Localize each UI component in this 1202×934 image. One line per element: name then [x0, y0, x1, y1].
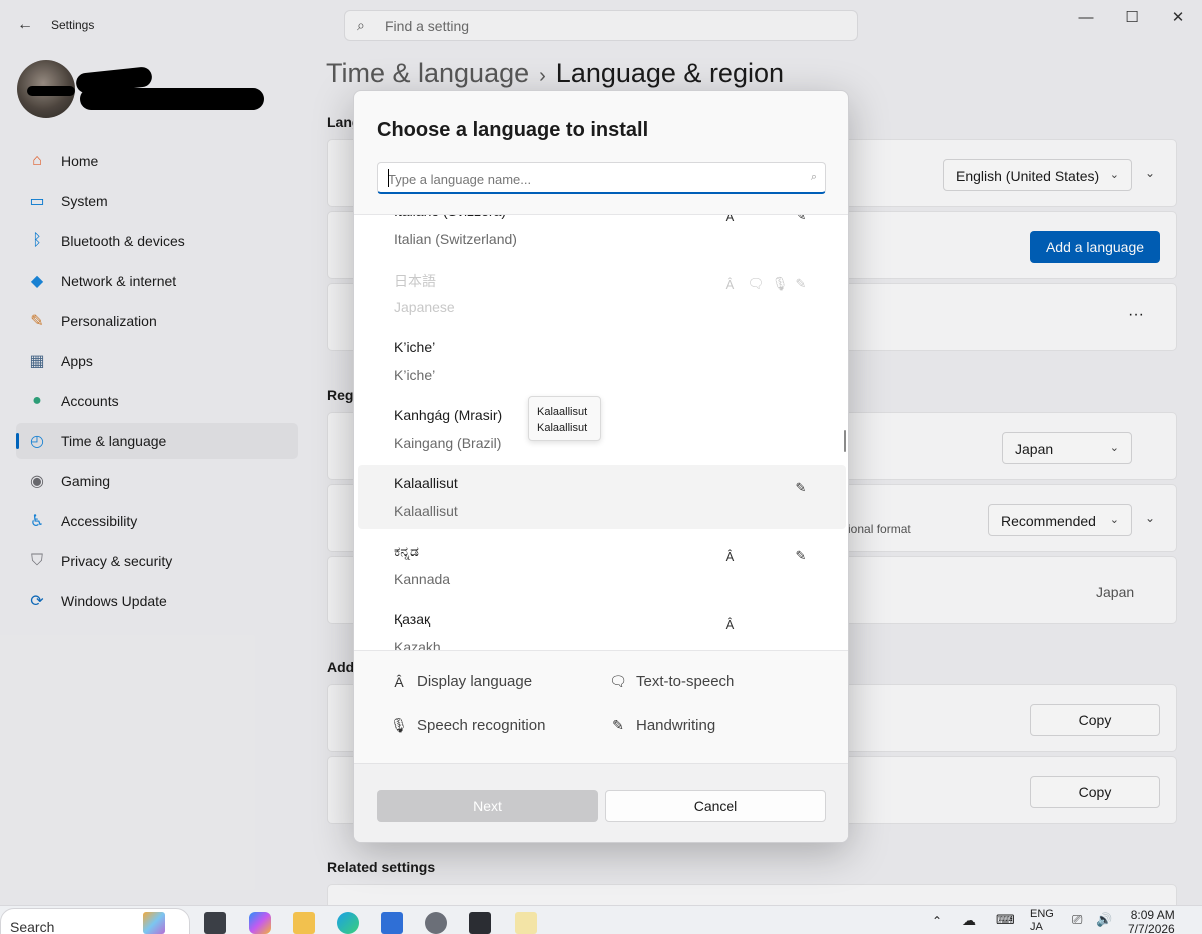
handwriting-icon: ✎ [795, 548, 807, 563]
language-native-name: ಕನ್ನಡ [394, 543, 419, 559]
handwriting-icon: ✎ [795, 276, 807, 291]
widgets-icon[interactable] [143, 912, 165, 934]
dialog-title: Choose a language to install [377, 119, 649, 141]
cancel-button[interactable]: Cancel [605, 790, 826, 822]
display-language-icon: Â [394, 673, 404, 690]
language-list[interactable]: Italiano (Svizzera) Italian (Switzerland)… [354, 214, 848, 651]
tray-overflow-chevron-icon[interactable]: ⌃ [932, 914, 942, 928]
legend-label: Speech recognition [417, 717, 546, 734]
text-to-speech-icon: 🗨 [609, 673, 627, 689]
language-english-name: Kazakh [394, 639, 441, 651]
store-icon[interactable] [381, 912, 403, 934]
terminal-icon[interactable] [469, 912, 491, 934]
input-language-indicator[interactable]: ENG JA [1030, 908, 1054, 934]
language-native-name: Kalaallisut [394, 475, 458, 491]
language-list-item: 日本語 Japanese Â 🗨 🎙 ✎ [358, 261, 846, 325]
keyboard-icon[interactable]: ⌨ [996, 912, 1015, 928]
microphone-icon: 🎙 [771, 276, 789, 291]
language-english-name: Kannada [394, 571, 451, 587]
legend-label: Display language [417, 673, 533, 690]
language-search-box[interactable]: ⌕ [377, 162, 826, 194]
task-view-icon[interactable] [204, 912, 226, 934]
legend-display-language: Â Display language [389, 673, 532, 690]
language-list-item[interactable]: ಕನ್ನಡ Kannada Â ✎ [358, 533, 846, 597]
copilot-icon[interactable] [249, 912, 271, 934]
language-english-name: Kaingang (Brazil) [394, 435, 502, 451]
settings-gear-icon[interactable] [425, 912, 447, 934]
language-native-name: Қазақ [394, 611, 431, 627]
network-icon[interactable]: ⎚ [1072, 912, 1082, 928]
language-search-input[interactable] [388, 169, 788, 189]
handwriting-icon: ✎ [795, 214, 807, 223]
taskbar: Search ⌃ ☁ ⌨ ENG JA ⎚ 🔊 8:09 AM 7/7/2026 [0, 905, 1202, 934]
text-caret [388, 169, 389, 187]
handwriting-icon: ✎ [612, 717, 624, 733]
legend-speech-recognition: 🎙 Speech recognition [389, 717, 545, 734]
display-language-icon: Â [725, 276, 735, 292]
display-language-icon: Â [725, 616, 735, 632]
volume-icon[interactable]: 🔊 [1096, 912, 1112, 928]
language-list-item[interactable]: K’iche’ K’iche’ [358, 329, 846, 393]
microphone-icon: 🎙 [390, 717, 408, 733]
language-list-item[interactable]: Kanhgág (Mrasir) Kaingang (Brazil) [358, 397, 846, 461]
choose-language-dialog: Choose a language to install ⌕ Italiano … [353, 90, 849, 843]
display-language-icon: Â [725, 214, 735, 224]
language-tooltip: Kalaallisut Kalaallisut [528, 396, 601, 441]
onedrive-icon[interactable]: ☁ [962, 912, 976, 929]
language-list-item[interactable]: Қазақ Kazakh Â [358, 601, 846, 651]
language-native-name: 日本語 [394, 273, 436, 289]
legend-handwriting: ✎ Handwriting [608, 717, 715, 734]
edge-icon[interactable] [337, 912, 359, 934]
handwriting-icon: ✎ [795, 480, 807, 495]
legend-text-to-speech: 🗨 Text-to-speech [608, 673, 734, 690]
feature-legend: Â Display language 🗨 Text-to-speech 🎙 Speec… [354, 651, 848, 763]
language-native-name: Kanhgág (Mrasir) [394, 407, 503, 423]
taskbar-search-label: Search [10, 919, 55, 934]
language-native-name: K’iche’ [394, 339, 436, 355]
clock[interactable]: 8:09 AM 7/7/2026 [1128, 908, 1175, 934]
next-button[interactable]: Next [377, 790, 598, 822]
input-language-bottom: JA [1030, 921, 1043, 933]
language-native-name: Italiano (Svizzera) [394, 215, 506, 219]
display-language-icon: Â [725, 548, 735, 564]
legend-label: Text-to-speech [636, 673, 735, 690]
language-english-name: Kalaallisut [394, 503, 458, 519]
input-language-top: ENG [1030, 908, 1054, 920]
language-list-item[interactable]: Italiano (Svizzera) Italian (Switzerland)… [358, 214, 846, 257]
legend-label: Handwriting [636, 717, 716, 734]
language-english-name: K’iche’ [394, 367, 436, 383]
clock-date: 7/7/2026 [1128, 922, 1175, 934]
tooltip-line-1: Kalaallisut [537, 406, 588, 418]
language-english-name: Italian (Switzerland) [394, 231, 517, 247]
tooltip-line-2: Kalaallisut [537, 422, 588, 434]
file-explorer-icon[interactable] [293, 912, 315, 934]
language-list-item[interactable]: Kalaallisut Kalaallisut ✎ [358, 465, 846, 529]
language-english-name: Japanese [394, 299, 455, 315]
text-to-speech-icon: 🗨 [747, 276, 765, 291]
search-icon: ⌕ [810, 171, 817, 183]
notepad-icon[interactable] [515, 912, 537, 934]
clock-time: 8:09 AM [1130, 908, 1175, 922]
dialog-footer: Next Cancel [354, 763, 848, 842]
